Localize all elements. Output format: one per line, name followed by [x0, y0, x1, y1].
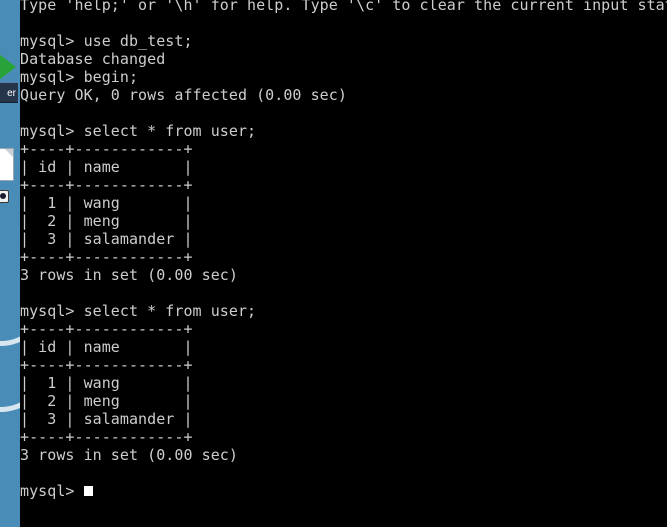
terminal-line: Type 'help;' or '\h' for help. Type '\c'… — [20, 0, 667, 14]
terminal-line: mysql> — [20, 482, 667, 500]
wallpaper-swoosh-icon — [0, 308, 20, 422]
terminal-line: | 1 | wang | — [20, 374, 193, 392]
terminal-window[interactable]: Type 'help;' or '\h' for help. Type '\c'… — [20, 0, 667, 527]
terminal-line: | 1 | wang | — [20, 194, 193, 212]
terminal-line: mysql> select * from user; — [20, 122, 257, 140]
terminal-line: mysql> begin; — [20, 68, 139, 86]
terminal-line: mysql> use db_test; — [20, 32, 193, 50]
terminal-line: 3 rows in set (0.00 sec) — [20, 266, 238, 284]
terminal-line: | 2 | meng | — [20, 392, 193, 410]
terminal-line: | 3 | salamander | — [20, 230, 193, 248]
desktop-background: er — [0, 0, 20, 527]
terminal-line: +----+------------+ — [20, 356, 193, 374]
terminal-line: +----+------------+ — [20, 248, 193, 266]
terminal-line: | 2 | meng | — [20, 212, 193, 230]
play-triangle-icon[interactable] — [0, 50, 16, 84]
terminal-output[interactable]: Type 'help;' or '\h' for help. Type '\c'… — [20, 0, 667, 500]
document-icon[interactable] — [0, 148, 14, 181]
terminal-line: +----+------------+ — [20, 428, 193, 446]
terminal-line: +----+------------+ — [20, 320, 193, 338]
terminal-cursor — [83, 486, 93, 496]
terminal-line: | 3 | salamander | — [20, 410, 193, 428]
terminal-line: mysql> select * from user; — [20, 302, 257, 320]
terminal-line: +----+------------+ — [20, 140, 193, 158]
terminal-line: | id | name | — [20, 338, 193, 356]
terminal-line: | id | name | — [20, 158, 193, 176]
taskbar-item[interactable]: er — [0, 82, 18, 103]
badge-icon[interactable] — [0, 190, 9, 203]
terminal-line: 3 rows in set (0.00 sec) — [20, 446, 238, 464]
terminal-line: +----+------------+ — [20, 176, 193, 194]
terminal-line: Database changed — [20, 50, 166, 68]
terminal-line: Query OK, 0 rows affected (0.00 sec) — [20, 86, 347, 104]
